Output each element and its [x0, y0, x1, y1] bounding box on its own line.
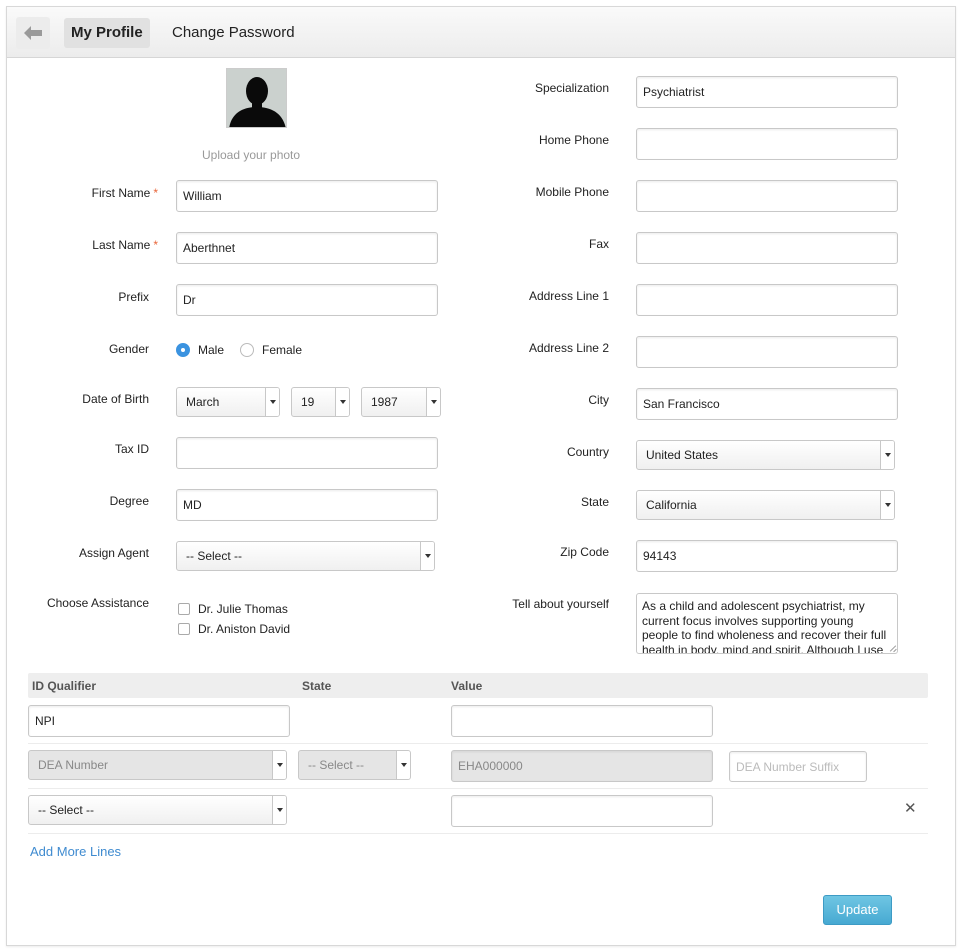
- id-state-select-dea[interactable]: -- Select --: [298, 750, 411, 780]
- assign-agent-label: Assign Agent: [78, 546, 149, 560]
- back-arrow-icon: [24, 26, 42, 40]
- state-label: State: [580, 495, 609, 509]
- profile-panel: My Profile Change Password Upload your p…: [6, 6, 956, 946]
- home-phone-label: Home Phone: [538, 133, 609, 147]
- assistance-aniston-checkbox[interactable]: [178, 623, 190, 635]
- mobile-phone-input[interactable]: [636, 180, 898, 212]
- gender-label: Gender: [108, 342, 149, 356]
- chevron-down-icon: [272, 751, 286, 779]
- about-label: Tell about yourself: [512, 597, 609, 611]
- chevron-down-icon: [880, 491, 894, 519]
- row-divider: [28, 743, 928, 744]
- chevron-down-icon: [420, 542, 434, 570]
- choose-assistance-label: Choose Assistance: [46, 596, 149, 610]
- tab-my-profile[interactable]: My Profile: [64, 18, 150, 48]
- city-input[interactable]: San Francisco: [636, 388, 898, 420]
- about-textarea[interactable]: As a child and adolescent psychiatrist, …: [636, 593, 898, 654]
- specialization-input[interactable]: Psychiatrist: [636, 76, 898, 108]
- tab-change-password[interactable]: Change Password: [165, 18, 302, 48]
- degree-input[interactable]: MD: [176, 489, 438, 521]
- mobile-phone-label: Mobile Phone: [535, 185, 609, 199]
- address1-label: Address Line 1: [528, 289, 609, 303]
- dob-month-select[interactable]: March: [176, 387, 280, 417]
- upload-photo-link[interactable]: Upload your photo: [202, 148, 300, 162]
- fax-input[interactable]: [636, 232, 898, 264]
- address1-input[interactable]: [636, 284, 898, 316]
- remove-row-close-icon[interactable]: ✕: [904, 799, 917, 817]
- chevron-down-icon: [880, 441, 894, 469]
- state-header: State: [302, 679, 332, 693]
- chevron-down-icon: [272, 796, 286, 824]
- gender-female-label: Female: [262, 343, 303, 357]
- id-value-input-dea[interactable]: EHA000000: [451, 750, 713, 782]
- last-name-label: Last Name *: [92, 238, 158, 252]
- country-select[interactable]: United States: [636, 440, 895, 470]
- gender-male-radio[interactable]: [176, 343, 190, 357]
- chevron-down-icon: [426, 388, 440, 416]
- update-button[interactable]: Update: [823, 895, 892, 925]
- state-select[interactable]: California: [636, 490, 895, 520]
- resize-grip-icon[interactable]: [887, 643, 896, 652]
- address2-label: Address Line 2: [528, 341, 609, 355]
- tax-id-label: Tax ID: [114, 442, 149, 456]
- top-toolbar: My Profile Change Password: [7, 7, 955, 58]
- city-label: City: [588, 393, 609, 407]
- add-more-lines-link[interactable]: Add More Lines: [30, 844, 121, 859]
- first-name-input[interactable]: William: [176, 180, 438, 212]
- tax-id-input[interactable]: [176, 437, 438, 469]
- id-qualifier-select-new[interactable]: -- Select --: [28, 795, 287, 825]
- assistance-aniston-label: Dr. Aniston David: [198, 622, 291, 636]
- assistance-julie-label: Dr. Julie Thomas: [198, 602, 288, 616]
- zip-label: Zip Code: [560, 545, 609, 559]
- back-button[interactable]: [16, 17, 50, 49]
- degree-label: Degree: [109, 494, 149, 508]
- country-label: Country: [566, 445, 609, 459]
- user-silhouette-icon: [227, 69, 286, 127]
- dob-label: Date of Birth: [82, 392, 149, 406]
- dob-day-select[interactable]: 19: [291, 387, 350, 417]
- first-name-label: First Name *: [91, 186, 158, 200]
- value-header: Value: [451, 679, 483, 693]
- id-qualifier-input-npi[interactable]: NPI: [28, 705, 290, 737]
- profile-photo[interactable]: [226, 68, 287, 128]
- id-value-input-npi[interactable]: [451, 705, 713, 737]
- gender-male-label: Male: [198, 343, 225, 357]
- assign-agent-select[interactable]: -- Select --: [176, 541, 435, 571]
- gender-female-radio[interactable]: [240, 343, 254, 357]
- id-value-input-new[interactable]: [451, 795, 713, 827]
- chevron-down-icon: [396, 751, 410, 779]
- last-name-input[interactable]: Aberthnet: [176, 232, 438, 264]
- prefix-input[interactable]: Dr: [176, 284, 438, 316]
- chevron-down-icon: [335, 388, 349, 416]
- dob-year-select[interactable]: 1987: [361, 387, 441, 417]
- specialization-label: Specialization: [534, 81, 609, 95]
- address2-input[interactable]: [636, 336, 898, 368]
- row-divider: [28, 833, 928, 834]
- id-qualifier-header: ID Qualifier: [32, 679, 97, 693]
- chevron-down-icon: [265, 388, 279, 416]
- dea-suffix-input[interactable]: DEA Number Suffix: [729, 751, 867, 782]
- id-qualifier-select-dea[interactable]: DEA Number: [28, 750, 287, 780]
- id-table-header: ID Qualifier State Value: [28, 673, 928, 698]
- home-phone-input[interactable]: [636, 128, 898, 160]
- row-divider: [28, 788, 928, 789]
- prefix-label: Prefix: [118, 290, 149, 304]
- about-text: As a child and adolescent psychiatrist, …: [642, 599, 887, 654]
- fax-label: Fax: [588, 237, 609, 251]
- zip-input[interactable]: 94143: [636, 540, 898, 572]
- assistance-julie-checkbox[interactable]: [178, 603, 190, 615]
